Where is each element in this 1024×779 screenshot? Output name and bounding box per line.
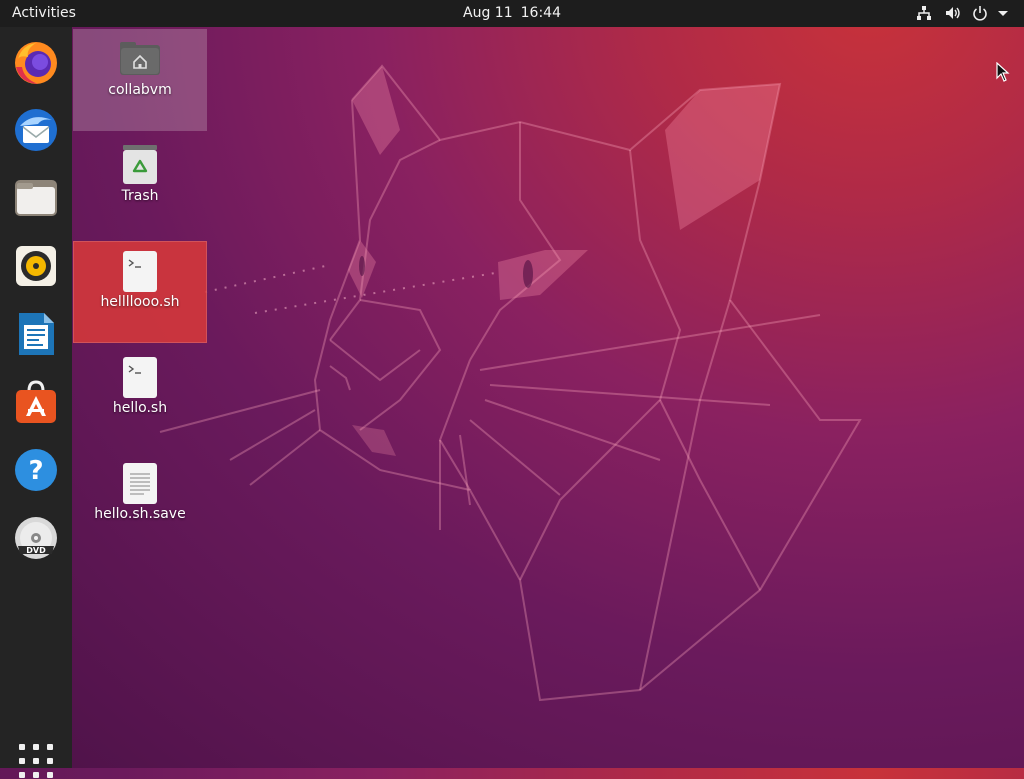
writer-icon xyxy=(19,313,54,355)
script-file-icon xyxy=(123,251,157,292)
desktop-item-label: hellllooo.sh xyxy=(100,294,180,310)
dock-writer[interactable] xyxy=(12,310,60,358)
clock-date: Aug 11 xyxy=(463,5,513,21)
desktop-item-hello-sh-save[interactable]: hello.sh.save xyxy=(73,453,207,555)
top-bar: Activities Aug 11 16:44 xyxy=(0,0,1024,27)
clock[interactable]: Aug 11 16:44 xyxy=(0,5,1024,21)
trash-icon xyxy=(123,145,157,184)
software-icon xyxy=(16,380,56,423)
rhythmbox-icon xyxy=(16,246,56,286)
mouse-cursor-icon xyxy=(996,62,1010,82)
dock-thunderbird[interactable] xyxy=(12,106,60,154)
dock: ? DVD xyxy=(0,27,72,778)
apps-grid-icon[interactable] xyxy=(18,743,54,779)
script-file-icon xyxy=(123,357,157,398)
desktop-item-trash[interactable]: Trash xyxy=(73,135,207,237)
thunderbird-icon xyxy=(15,109,57,151)
help-icon: ? xyxy=(15,449,57,491)
network-icon[interactable] xyxy=(915,4,933,22)
svg-text:?: ? xyxy=(28,456,43,486)
dvd-icon: DVD xyxy=(15,517,57,559)
svg-text:DVD: DVD xyxy=(26,546,46,555)
dock-dvd[interactable]: DVD xyxy=(12,514,60,562)
dock-rhythmbox[interactable] xyxy=(12,242,60,290)
desktop-item-label: collabvm xyxy=(108,82,172,98)
dock-files[interactable] xyxy=(12,174,60,222)
text-file-icon xyxy=(123,463,157,504)
dock-firefox[interactable] xyxy=(12,39,60,87)
wallpaper-puma xyxy=(159,64,862,702)
desktop-item-label: hello.sh.save xyxy=(94,506,186,522)
power-icon[interactable] xyxy=(971,4,989,22)
firefox-icon xyxy=(15,42,57,84)
desktop-item-label: hello.sh xyxy=(112,400,168,416)
clock-time: 16:44 xyxy=(520,5,561,21)
files-icon xyxy=(15,180,57,216)
menu-arrow-icon[interactable] xyxy=(997,4,1009,22)
desktop-item-hello-sh[interactable]: hello.sh xyxy=(73,347,207,449)
dock-ubuntu-software[interactable] xyxy=(12,378,60,426)
volume-icon[interactable] xyxy=(944,4,962,22)
dock-help[interactable]: ? xyxy=(12,446,60,494)
home-folder-icon xyxy=(120,42,160,75)
desktop-item-label: Trash xyxy=(121,188,159,204)
desktop-item-hellllooo-sh[interactable]: hellllooo.sh xyxy=(73,241,207,343)
desktop-item-collabvm[interactable]: collabvm xyxy=(73,29,207,131)
